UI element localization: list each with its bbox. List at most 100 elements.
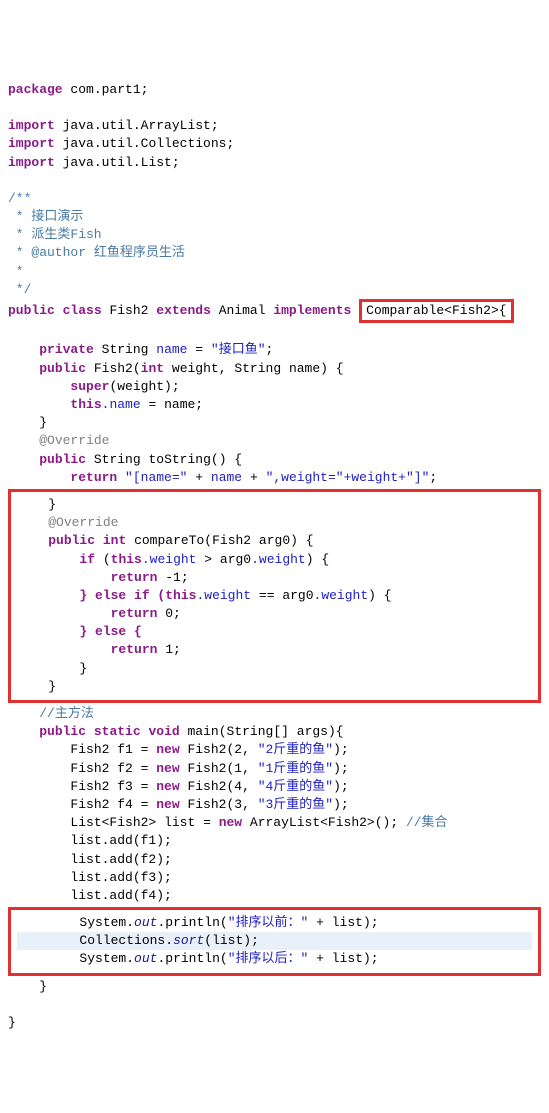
highlighted-line: Collections.sort(list); — [17, 932, 532, 950]
brace: ) { — [368, 588, 391, 603]
literal: 1; — [165, 642, 181, 657]
brace: ) { — [320, 361, 343, 376]
literal: 0; — [165, 606, 181, 621]
string-literal: "[name=" — [125, 470, 187, 485]
string-literal: ",weight=" — [266, 470, 344, 485]
import-keyword: import — [8, 136, 55, 151]
public-keyword: public — [39, 361, 86, 376]
brace: ) { — [306, 552, 329, 567]
import-name: java.util.ArrayList — [63, 118, 211, 133]
javadoc-open: /** — [8, 191, 31, 206]
highlight-box-implements: Comparable<Fish2>{ — [359, 299, 513, 323]
num: 3 — [234, 797, 242, 812]
new-keyword: new — [219, 815, 242, 830]
override-annotation: @Override — [39, 433, 109, 448]
num: 1 — [234, 761, 242, 776]
this-keyword: this — [165, 588, 196, 603]
list-ref: list — [332, 951, 363, 966]
string-literal: "排序以前：" — [228, 915, 309, 930]
private-keyword: private — [39, 342, 94, 357]
param-type: String[] — [227, 724, 289, 739]
method-call: add — [109, 870, 132, 885]
arg-ref: arg0 — [220, 552, 251, 567]
method-name: main — [188, 724, 219, 739]
ctor-call: Fish2 — [187, 797, 226, 812]
plus: + — [316, 915, 324, 930]
var: list — [164, 815, 195, 830]
string-literal: "]" — [406, 470, 429, 485]
param: weight — [172, 361, 219, 376]
parens: () { — [211, 452, 242, 467]
brace: ){ — [328, 724, 344, 739]
package-name: com.part1 — [70, 82, 140, 97]
string-literal: "3斤重的鱼" — [258, 797, 333, 812]
javadoc-line: * — [8, 264, 24, 279]
field-ref: .weight — [196, 588, 251, 603]
public-keyword: public — [39, 724, 86, 739]
field-ref: .weight — [142, 552, 197, 567]
param-type: Fish2 — [212, 533, 251, 548]
param: name — [289, 361, 320, 376]
import-name: java.util.Collections — [63, 136, 227, 151]
inline-comment: //集合 — [406, 815, 448, 830]
return-keyword: return — [111, 642, 158, 657]
var: f3 — [117, 779, 133, 794]
public-keyword: public — [8, 303, 55, 318]
new-keyword: new — [156, 797, 179, 812]
method-name: compareTo — [134, 533, 204, 548]
new-keyword: new — [156, 742, 179, 757]
this-keyword: this — [70, 397, 101, 412]
override-annotation: @Override — [48, 515, 118, 530]
equals: = — [148, 397, 156, 412]
collections: Collections — [79, 933, 165, 948]
param-name: arg0 — [259, 533, 290, 548]
return-type: String — [94, 452, 141, 467]
rhs: name; — [164, 397, 203, 412]
num: 2 — [234, 742, 242, 757]
brace: ) { — [290, 533, 313, 548]
field-ref: .weight — [314, 588, 369, 603]
return-keyword: return — [111, 570, 158, 585]
code-content: package com.part1; import java.util.Arra… — [8, 82, 541, 1030]
plus: + — [195, 470, 203, 485]
out-field: out — [134, 951, 157, 966]
import-keyword: import — [8, 155, 55, 170]
javadoc-line: * 接口演示 — [8, 209, 83, 224]
method-call: add — [109, 888, 132, 903]
constructor-name: Fish2 — [94, 361, 133, 376]
import-keyword: import — [8, 118, 55, 133]
int-keyword: int — [103, 533, 126, 548]
method-call: add — [109, 852, 132, 867]
system: System — [79, 951, 126, 966]
field-ref: .weight — [251, 552, 306, 567]
else: } else { — [79, 624, 141, 639]
javadoc-author: 红鱼程序员生活 — [94, 245, 185, 260]
field-name: name — [156, 342, 187, 357]
type-string: String — [234, 361, 281, 376]
string-literal: "4斤重的鱼" — [258, 779, 333, 794]
system: System — [79, 915, 126, 930]
field-ref: name — [211, 470, 242, 485]
string-literal: "1斤重的鱼" — [258, 761, 333, 776]
super-call: (weight); — [109, 379, 179, 394]
highlight-box-sort: System.out.println("排序以前：" + list); Coll… — [8, 907, 541, 976]
static-keyword: static — [94, 724, 141, 739]
comment-main: //主方法 — [39, 706, 94, 721]
ctor-call: Fish2 — [187, 742, 226, 757]
string-literal: "接口鱼" — [211, 342, 266, 357]
equals: = — [195, 342, 203, 357]
public-keyword: public — [39, 452, 86, 467]
list-type: List<Fish2> — [70, 815, 156, 830]
var: f2 — [117, 761, 133, 776]
eqeq: == — [259, 588, 275, 603]
arraylist-type: ArrayList<Fish2> — [250, 815, 375, 830]
gt: > — [204, 552, 212, 567]
var: f4 — [117, 797, 133, 812]
type-string: String — [102, 342, 149, 357]
plus: + — [250, 470, 258, 485]
list-ref: list — [332, 915, 363, 930]
if-keyword: if — [79, 552, 95, 567]
new-keyword: new — [156, 779, 179, 794]
import-name: java.util.List — [63, 155, 172, 170]
super-keyword: super — [70, 379, 109, 394]
